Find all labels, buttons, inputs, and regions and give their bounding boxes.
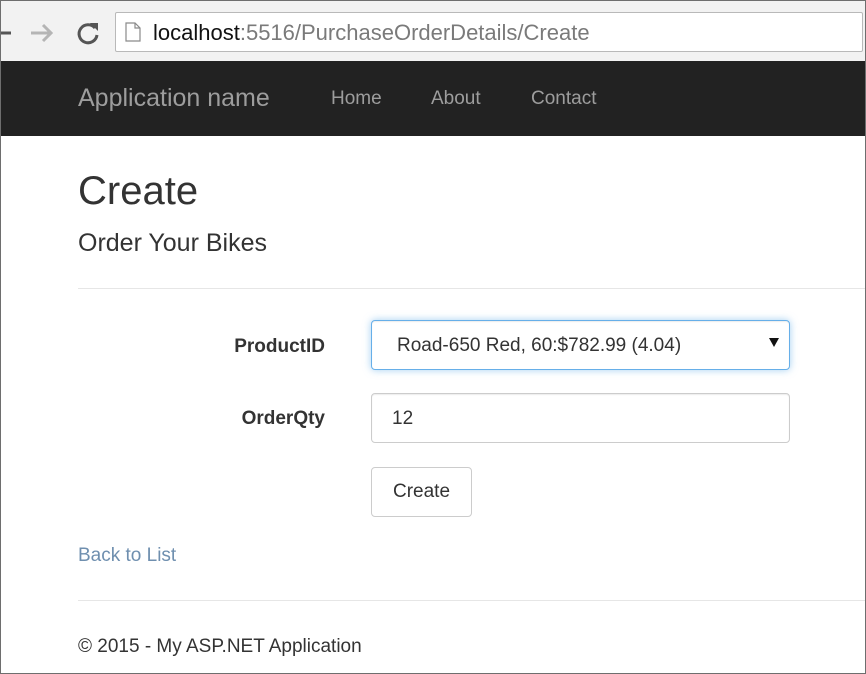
nav-link-about[interactable]: About (431, 88, 481, 110)
qty-input[interactable]: 12 (371, 393, 790, 443)
address-bar[interactable]: localhost:5516/PurchaseOrderDetails/Crea… (115, 12, 863, 52)
page-subtitle: Order Your Bikes (78, 229, 267, 257)
brand-link[interactable]: Application name (78, 83, 270, 113)
footer-text: © 2015 - My ASP.NET Application (78, 636, 362, 657)
page-title: Create (78, 169, 199, 213)
qty-value: 12 (392, 408, 414, 429)
chevron-down-icon (769, 338, 779, 347)
create-button[interactable]: Create (371, 467, 472, 517)
url-host: localhost (153, 20, 240, 45)
footer-divider (78, 600, 865, 601)
product-selected-value: Road-650 Red, 60:$782.99 (4.04) (397, 335, 682, 356)
address-url: localhost:5516/PurchaseOrderDetails/Crea… (153, 21, 590, 45)
back-to-list-link[interactable]: Back to List (78, 544, 176, 568)
back-arrow-icon[interactable] (1, 19, 15, 47)
browser-window: localhost:5516/PurchaseOrderDetails/Crea… (0, 0, 866, 674)
product-label: ProductID (234, 336, 325, 357)
forward-arrow-icon[interactable] (29, 21, 55, 45)
product-select[interactable]: Road-650 Red, 60:$782.99 (4.04) (371, 320, 790, 370)
qty-label: OrderQty (241, 408, 325, 429)
url-path: :5516/PurchaseOrderDetails/Create (239, 20, 590, 45)
reload-icon[interactable] (75, 20, 101, 46)
nav-link-contact[interactable]: Contact (531, 88, 596, 110)
divider (78, 288, 865, 289)
nav-link-home[interactable]: Home (331, 88, 382, 110)
navbar: Application name Home About Contact (1, 61, 865, 136)
browser-toolbar: localhost:5516/PurchaseOrderDetails/Crea… (1, 1, 865, 62)
page-icon (125, 22, 141, 42)
